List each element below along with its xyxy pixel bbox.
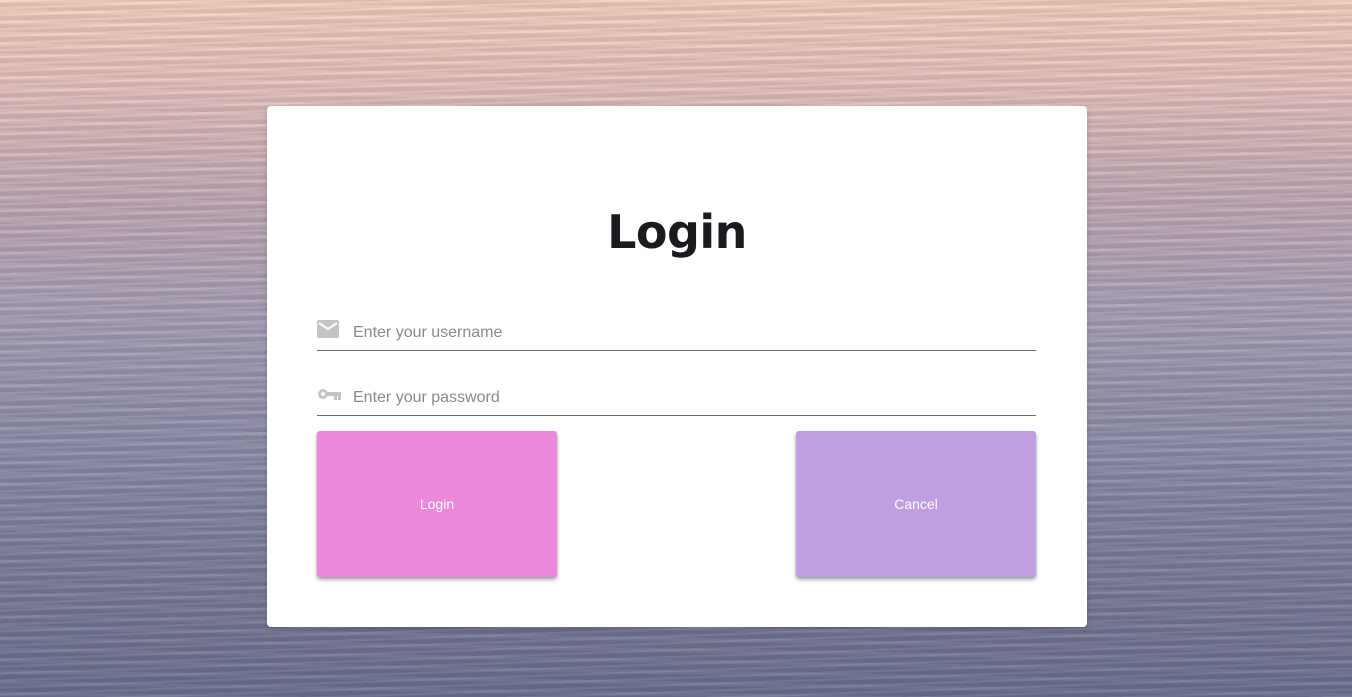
key-icon — [317, 385, 341, 405]
password-input[interactable] — [353, 387, 1023, 409]
page-title: Login — [607, 205, 747, 259]
mail-icon — [317, 320, 341, 340]
login-button[interactable]: Login — [317, 431, 557, 577]
password-field[interactable] — [317, 381, 1036, 416]
username-input[interactable] — [353, 322, 1023, 344]
username-field[interactable] — [317, 316, 1036, 351]
login-card: Login Login Cancel — [267, 106, 1087, 627]
cancel-button[interactable]: Cancel — [796, 431, 1036, 577]
